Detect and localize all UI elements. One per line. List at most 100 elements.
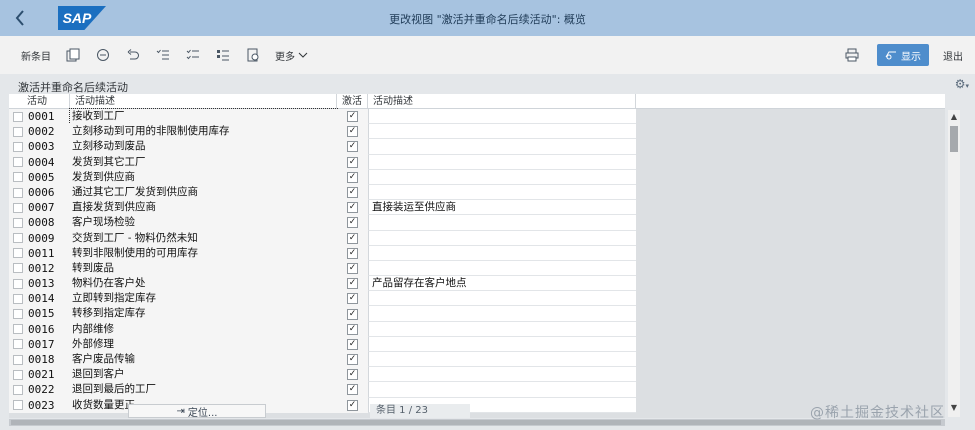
table-row[interactable]: 0004 发货到其它工厂 ✓ bbox=[9, 154, 945, 170]
alt-description-input[interactable] bbox=[368, 260, 636, 277]
alt-description-input[interactable] bbox=[368, 352, 636, 368]
row-select-checkbox[interactable] bbox=[12, 324, 23, 335]
row-selector[interactable] bbox=[9, 336, 26, 352]
table-row[interactable]: 0007 直接发货到供应商 ✓ 直接装运至供应商 bbox=[9, 200, 945, 216]
active-checkbox[interactable]: ✓ bbox=[347, 202, 358, 214]
row-select-checkbox[interactable] bbox=[12, 248, 23, 259]
table-row[interactable]: 0005 发货到供应商 ✓ bbox=[9, 169, 945, 185]
row-select-checkbox[interactable] bbox=[12, 172, 23, 183]
active-checkbox[interactable]: ✓ bbox=[347, 308, 358, 320]
active-checkbox[interactable]: ✓ bbox=[347, 111, 358, 123]
row-selector[interactable] bbox=[9, 200, 26, 216]
row-selector[interactable] bbox=[9, 352, 26, 368]
row-selector[interactable] bbox=[9, 124, 26, 140]
alt-description-input[interactable] bbox=[368, 109, 636, 125]
bc-set-icon[interactable] bbox=[238, 42, 268, 68]
active-checkbox[interactable]: ✓ bbox=[347, 323, 358, 335]
row-select-checkbox[interactable] bbox=[12, 339, 23, 350]
delete-icon[interactable] bbox=[88, 42, 118, 68]
row-select-checkbox[interactable] bbox=[12, 202, 23, 213]
row-select-checkbox[interactable] bbox=[12, 278, 23, 289]
row-select-checkbox[interactable] bbox=[12, 126, 23, 137]
active-checkbox[interactable]: ✓ bbox=[347, 293, 358, 305]
vertical-scrollbar[interactable]: ▲ ▼ bbox=[948, 110, 960, 417]
row-select-checkbox[interactable] bbox=[12, 369, 23, 380]
row-selector[interactable] bbox=[9, 215, 26, 231]
table-row[interactable]: 0006 通过其它工厂发货到供应商 ✓ bbox=[9, 184, 945, 201]
active-checkbox[interactable]: ✓ bbox=[347, 232, 358, 244]
table-row[interactable]: 0003 立刻移动到废品 ✓ bbox=[9, 139, 945, 155]
row-selector[interactable] bbox=[9, 260, 26, 277]
column-header-alt-description[interactable]: 活动描述 bbox=[368, 94, 636, 108]
active-checkbox[interactable]: ✓ bbox=[347, 217, 358, 229]
row-select-checkbox[interactable] bbox=[12, 309, 23, 320]
alt-description-input[interactable] bbox=[368, 154, 636, 170]
horizontal-scrollbar[interactable] bbox=[9, 419, 945, 426]
alt-description-input[interactable] bbox=[368, 139, 636, 155]
show-button[interactable]: 显示 bbox=[877, 44, 929, 66]
row-select-checkbox[interactable] bbox=[12, 384, 23, 395]
table-settings-button[interactable]: ⚙▾ bbox=[955, 77, 969, 91]
row-selector[interactable] bbox=[9, 321, 26, 337]
row-select-checkbox[interactable] bbox=[12, 263, 23, 274]
table-row[interactable]: 0021 退回到客户 ✓ bbox=[9, 367, 945, 383]
alt-description-input[interactable] bbox=[368, 306, 636, 322]
row-selector[interactable] bbox=[9, 306, 26, 322]
table-row[interactable]: 0015 转移到指定库存 ✓ bbox=[9, 306, 945, 322]
alt-description-input[interactable] bbox=[368, 245, 636, 261]
alt-description-input[interactable] bbox=[368, 382, 636, 398]
column-header-description[interactable]: 活动描述 bbox=[70, 94, 337, 108]
active-checkbox[interactable]: ✓ bbox=[347, 262, 358, 274]
row-selector[interactable] bbox=[9, 230, 26, 246]
active-checkbox[interactable]: ✓ bbox=[347, 384, 358, 396]
row-selector[interactable] bbox=[9, 367, 26, 383]
row-selector[interactable] bbox=[9, 169, 26, 185]
column-header-activity[interactable]: 活动 bbox=[9, 94, 70, 108]
table-row[interactable]: 0016 内部维修 ✓ bbox=[9, 321, 945, 337]
position-button[interactable]: ⇥ 定位... bbox=[128, 404, 266, 419]
active-checkbox[interactable]: ✓ bbox=[347, 399, 358, 411]
table-row[interactable]: 0017 外部修理 ✓ bbox=[9, 336, 945, 352]
alt-description-input[interactable] bbox=[368, 169, 636, 185]
select-block-icon[interactable] bbox=[208, 42, 238, 68]
active-checkbox[interactable]: ✓ bbox=[347, 338, 358, 350]
table-row[interactable]: 0013 物料仍在客户处 ✓ 产品留存在客户地点 bbox=[9, 276, 945, 292]
copy-icon[interactable] bbox=[58, 42, 88, 68]
row-selector[interactable] bbox=[9, 154, 26, 170]
select-all-icon[interactable] bbox=[148, 42, 178, 68]
table-row[interactable]: 0002 立刻移动到可用的非限制使用库存 ✓ bbox=[9, 124, 945, 140]
alt-description-input[interactable] bbox=[368, 367, 636, 383]
table-row[interactable]: 0008 客户现场检验 ✓ bbox=[9, 215, 945, 231]
row-selector[interactable] bbox=[9, 382, 26, 398]
active-checkbox[interactable]: ✓ bbox=[347, 354, 358, 366]
print-icon[interactable] bbox=[837, 42, 867, 68]
row-selector[interactable] bbox=[9, 139, 26, 155]
table-row[interactable]: 0009 交货到工厂 - 物料仍然未知 ✓ bbox=[9, 230, 945, 246]
alt-description-input[interactable] bbox=[368, 124, 636, 140]
row-selector[interactable] bbox=[9, 397, 26, 413]
exit-button[interactable]: 退出 bbox=[939, 42, 975, 68]
alt-description-input[interactable] bbox=[368, 230, 636, 246]
row-select-checkbox[interactable] bbox=[12, 157, 23, 168]
active-checkbox[interactable]: ✓ bbox=[347, 278, 358, 290]
row-select-checkbox[interactable] bbox=[12, 187, 23, 198]
alt-description-input[interactable] bbox=[368, 215, 636, 231]
scroll-up-icon[interactable]: ▲ bbox=[948, 112, 960, 124]
table-row[interactable]: 0001 接收到工厂 ✓ bbox=[9, 107, 945, 126]
new-entries-button[interactable]: 新条目 bbox=[14, 42, 58, 68]
active-checkbox[interactable]: ✓ bbox=[347, 247, 358, 259]
active-checkbox[interactable]: ✓ bbox=[347, 156, 358, 168]
alt-description-input[interactable] bbox=[368, 321, 636, 337]
active-checkbox[interactable]: ✓ bbox=[347, 141, 358, 153]
row-selector[interactable] bbox=[9, 184, 26, 201]
active-checkbox[interactable]: ✓ bbox=[347, 369, 358, 381]
table-row[interactable]: 0012 转到废品 ✓ bbox=[9, 260, 945, 277]
column-header-active[interactable]: 激活 bbox=[337, 94, 368, 108]
row-select-checkbox[interactable] bbox=[12, 354, 23, 365]
row-selector[interactable] bbox=[9, 291, 26, 307]
active-checkbox[interactable]: ✓ bbox=[347, 171, 358, 183]
table-row[interactable]: 0022 退回到最后的工厂 ✓ bbox=[9, 382, 945, 398]
row-selector[interactable] bbox=[9, 276, 26, 292]
scroll-down-icon[interactable]: ▼ bbox=[948, 403, 960, 415]
row-selector[interactable] bbox=[9, 245, 26, 261]
